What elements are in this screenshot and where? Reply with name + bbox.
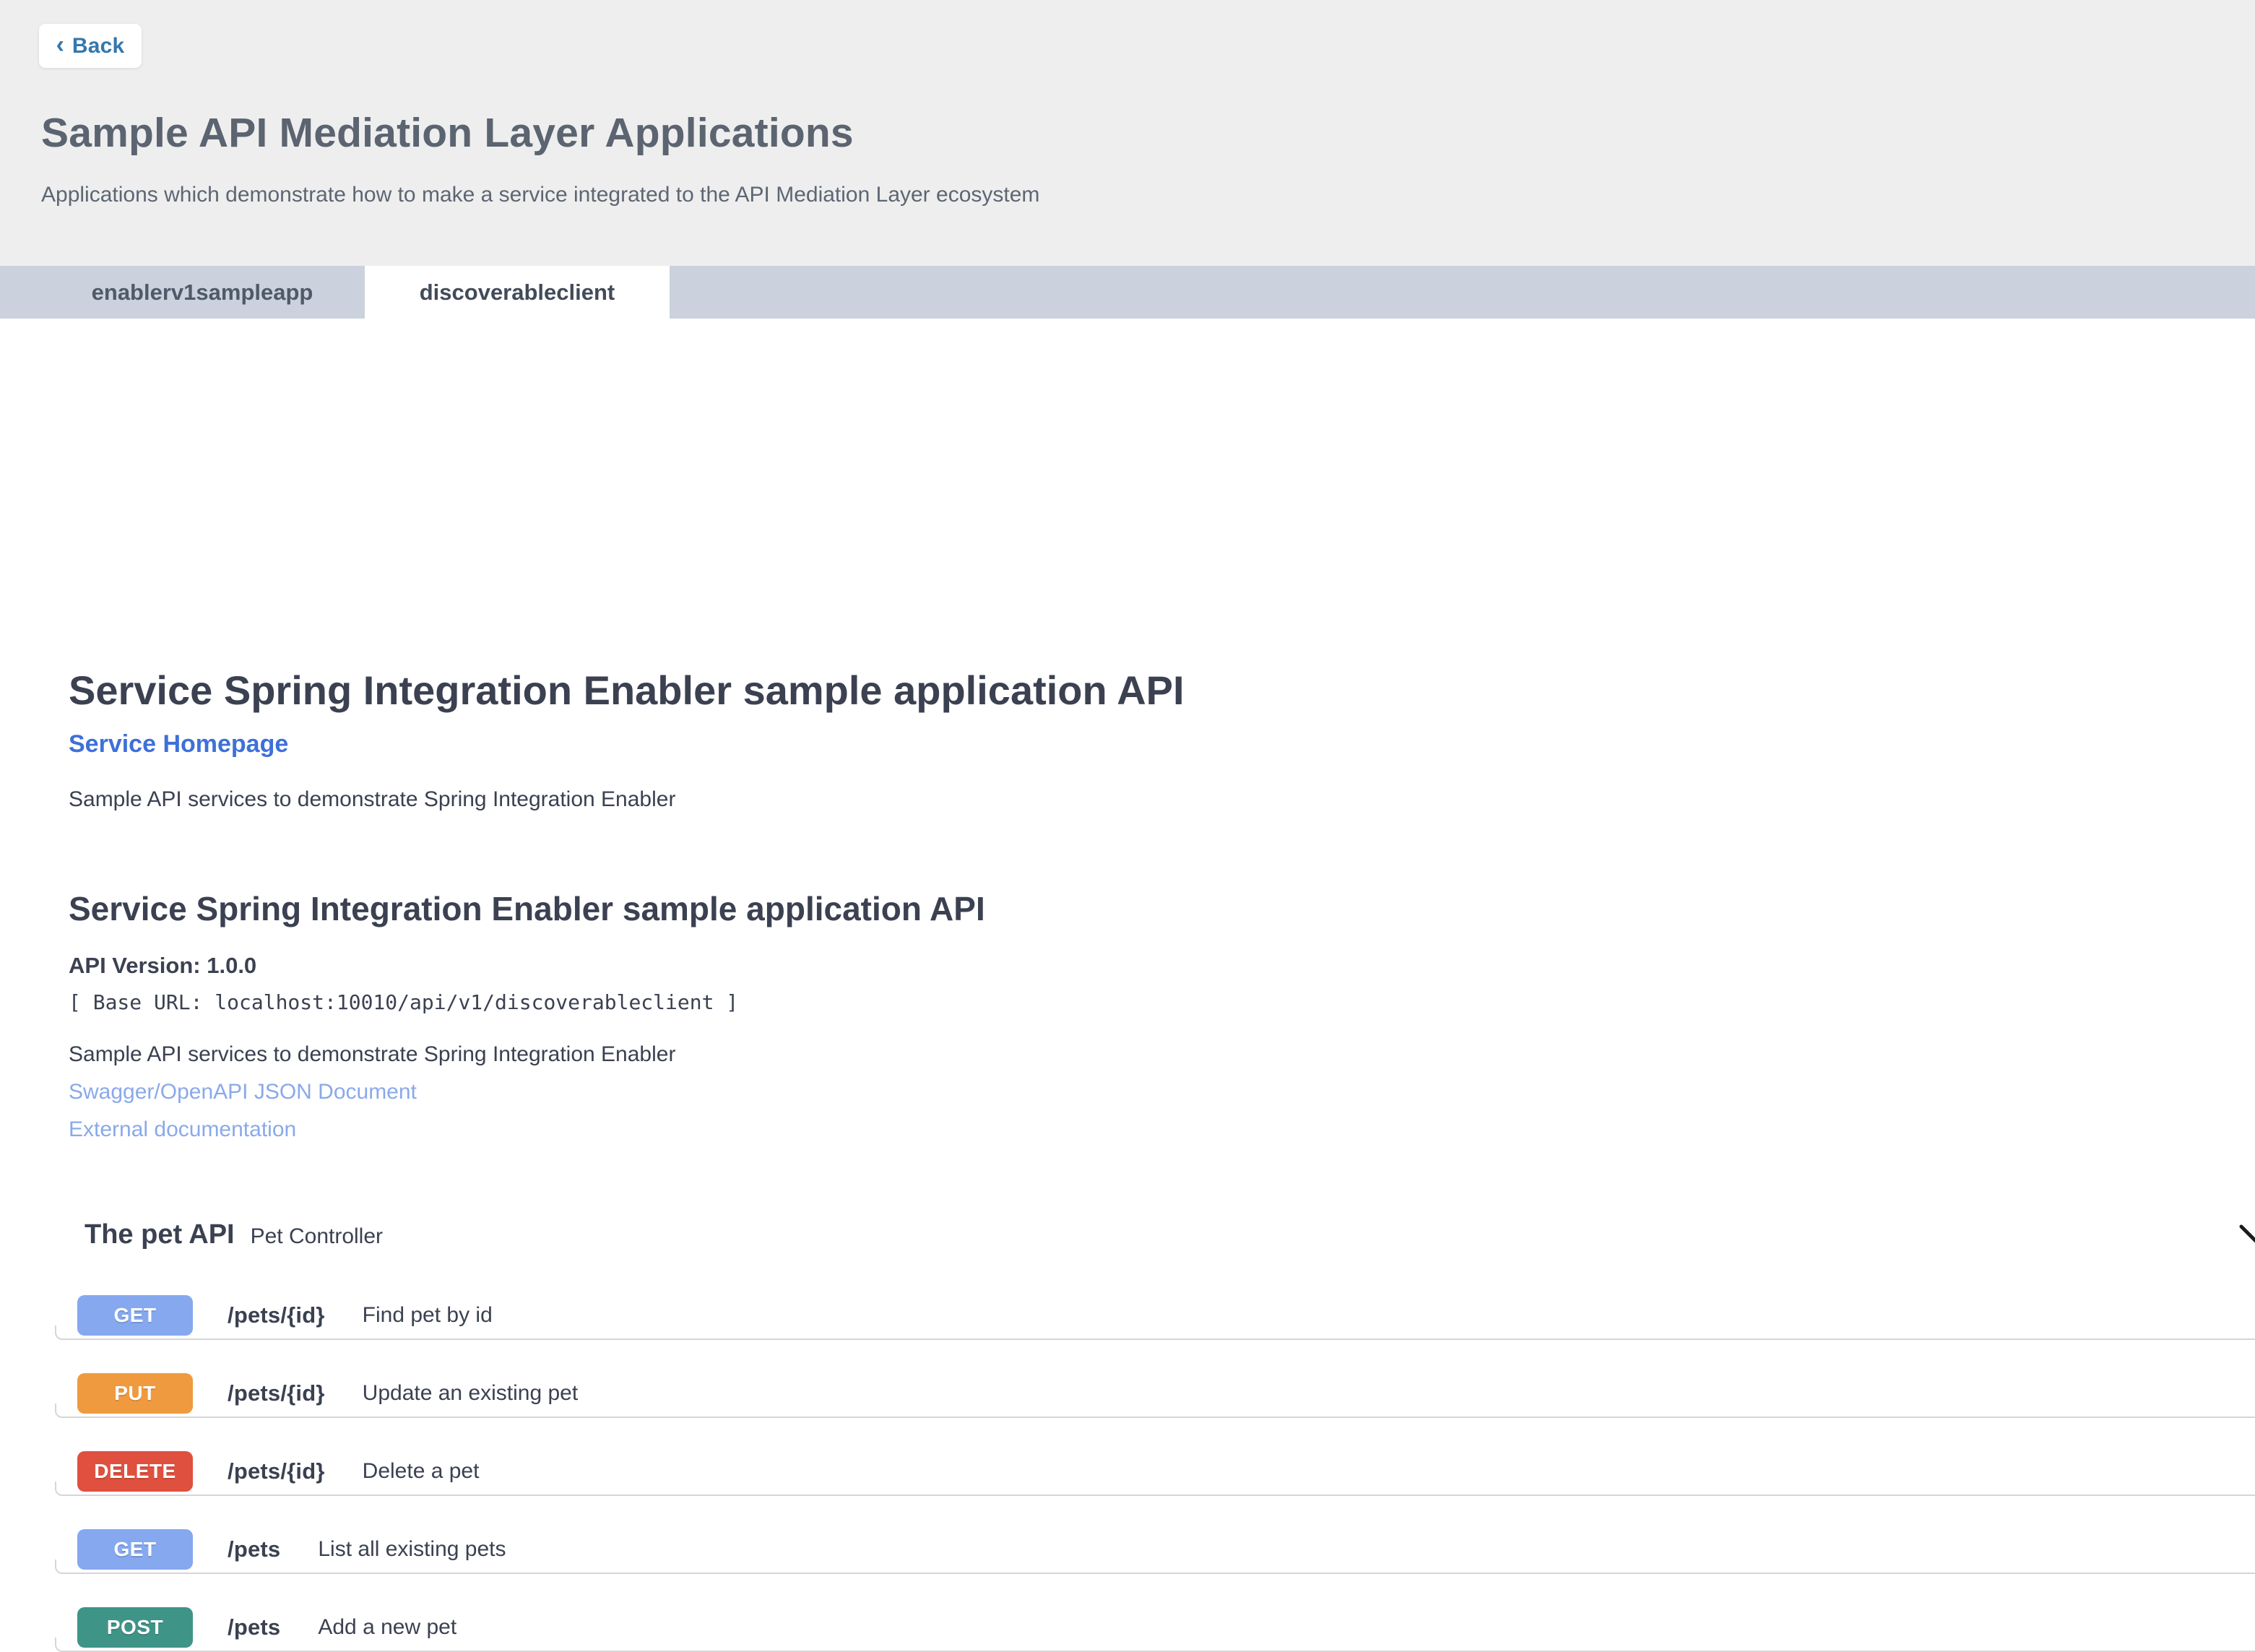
operation-summary: Delete a pet — [363, 1459, 480, 1484]
chevron-left-icon: ‹ — [56, 33, 64, 57]
tab-discoverableclient[interactable]: discoverableclient — [365, 266, 670, 319]
operation-row[interactable]: PUT /pets/{id} Update an existing pet — [55, 1340, 2255, 1418]
tab-label: enablerv1sampleapp — [92, 280, 313, 306]
chevron-down-icon[interactable] — [2239, 1224, 2255, 1243]
api-doc-title: Service Spring Integration Enabler sampl… — [69, 889, 985, 929]
method-badge: POST — [77, 1607, 193, 1648]
page-header: ‹ Back Sample API Mediation Layer Applic… — [0, 0, 2255, 266]
operation-row[interactable]: GET /pets/{id} Find pet by id — [55, 1262, 2255, 1340]
service-tabbar: enablerv1sampleapp discoverableclient — [0, 266, 2255, 319]
api-doc-description: Sample API services to demonstrate Sprin… — [69, 1042, 675, 1067]
page-subtitle: Applications which demonstrate how to ma… — [41, 182, 1039, 208]
tab-enablerv1sampleapp[interactable]: enablerv1sampleapp — [40, 266, 365, 319]
method-badge: DELETE — [77, 1451, 193, 1492]
back-button-label: Back — [72, 34, 125, 59]
tag-name: The pet API — [85, 1220, 235, 1250]
operation-path: /pets — [228, 1614, 280, 1640]
method-badge: GET — [77, 1295, 193, 1336]
operation-path: /pets/{id} — [228, 1302, 325, 1328]
page-title: Sample API Mediation Layer Applications — [41, 110, 854, 157]
swagger-json-link[interactable]: Swagger/OpenAPI JSON Document — [69, 1080, 417, 1104]
api-version: API Version: 1.0.0 — [69, 953, 256, 979]
service-detail-panel: Service Spring Integration Enabler sampl… — [0, 319, 2255, 1365]
operation-path: /pets — [228, 1536, 280, 1562]
tag-section-header[interactable]: The pet API Pet Controller — [85, 1220, 2255, 1250]
tab-label: discoverableclient — [420, 280, 615, 306]
operation-row[interactable]: GET /pets List all existing pets — [55, 1496, 2255, 1574]
operation-path: /pets/{id} — [228, 1458, 325, 1484]
service-heading: Service Spring Integration Enabler sampl… — [69, 666, 1185, 714]
service-description: Sample API services to demonstrate Sprin… — [69, 787, 675, 813]
operation-row[interactable]: POST /pets Add a new pet — [55, 1574, 2255, 1652]
method-badge: PUT — [77, 1373, 193, 1414]
operation-summary: Find pet by id — [363, 1303, 493, 1328]
back-button[interactable]: ‹ Back — [39, 24, 142, 68]
tag-description: Pet Controller — [251, 1224, 383, 1249]
api-base-url: [ Base URL: localhost:10010/api/v1/disco… — [69, 990, 738, 1014]
operation-path: /pets/{id} — [228, 1380, 325, 1406]
operations-list: GET /pets/{id} Find pet by id PUT /pets/… — [55, 1262, 2255, 1652]
service-homepage-link[interactable]: Service Homepage — [69, 730, 288, 758]
operation-row[interactable]: DELETE /pets/{id} Delete a pet — [55, 1418, 2255, 1496]
method-badge: GET — [77, 1529, 193, 1570]
operation-summary: Add a new pet — [318, 1615, 456, 1640]
external-docs-link[interactable]: External documentation — [69, 1117, 296, 1142]
operation-summary: Update an existing pet — [363, 1381, 579, 1406]
operation-summary: List all existing pets — [318, 1537, 506, 1562]
